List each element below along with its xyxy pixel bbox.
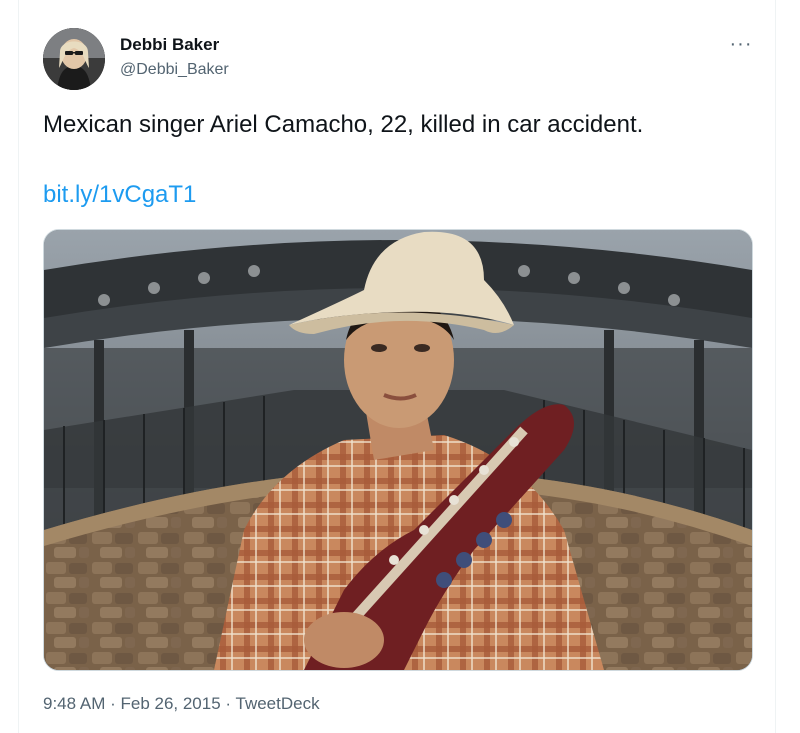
- meta-separator: ·: [220, 694, 236, 713]
- tweet-media-image[interactable]: [43, 229, 753, 671]
- more-options-button[interactable]: ···: [727, 30, 755, 58]
- tweet-card: Debbi Baker @Debbi_Baker ··· Mexican sin…: [18, 0, 776, 733]
- tweet-date[interactable]: Feb 26, 2015: [120, 694, 220, 713]
- author-handle[interactable]: @Debbi_Baker: [120, 61, 229, 79]
- photo-illustration: [44, 230, 752, 670]
- avatar[interactable]: [43, 28, 105, 90]
- tweet-time[interactable]: 9:48 AM: [43, 694, 105, 713]
- more-horizontal-icon: ···: [729, 32, 753, 55]
- tweet-source[interactable]: TweetDeck: [236, 694, 320, 713]
- tweet-text: Mexican singer Ariel Camacho, 22, killed…: [43, 111, 644, 138]
- avatar-image: [43, 28, 105, 90]
- tweet-link[interactable]: bit.ly/1vCgaT1: [43, 178, 196, 212]
- meta-separator: ·: [105, 694, 121, 713]
- tweet-meta: 9:48 AM · Feb 26, 2015 · TweetDeck: [43, 694, 320, 714]
- author-name[interactable]: Debbi Baker: [120, 35, 219, 55]
